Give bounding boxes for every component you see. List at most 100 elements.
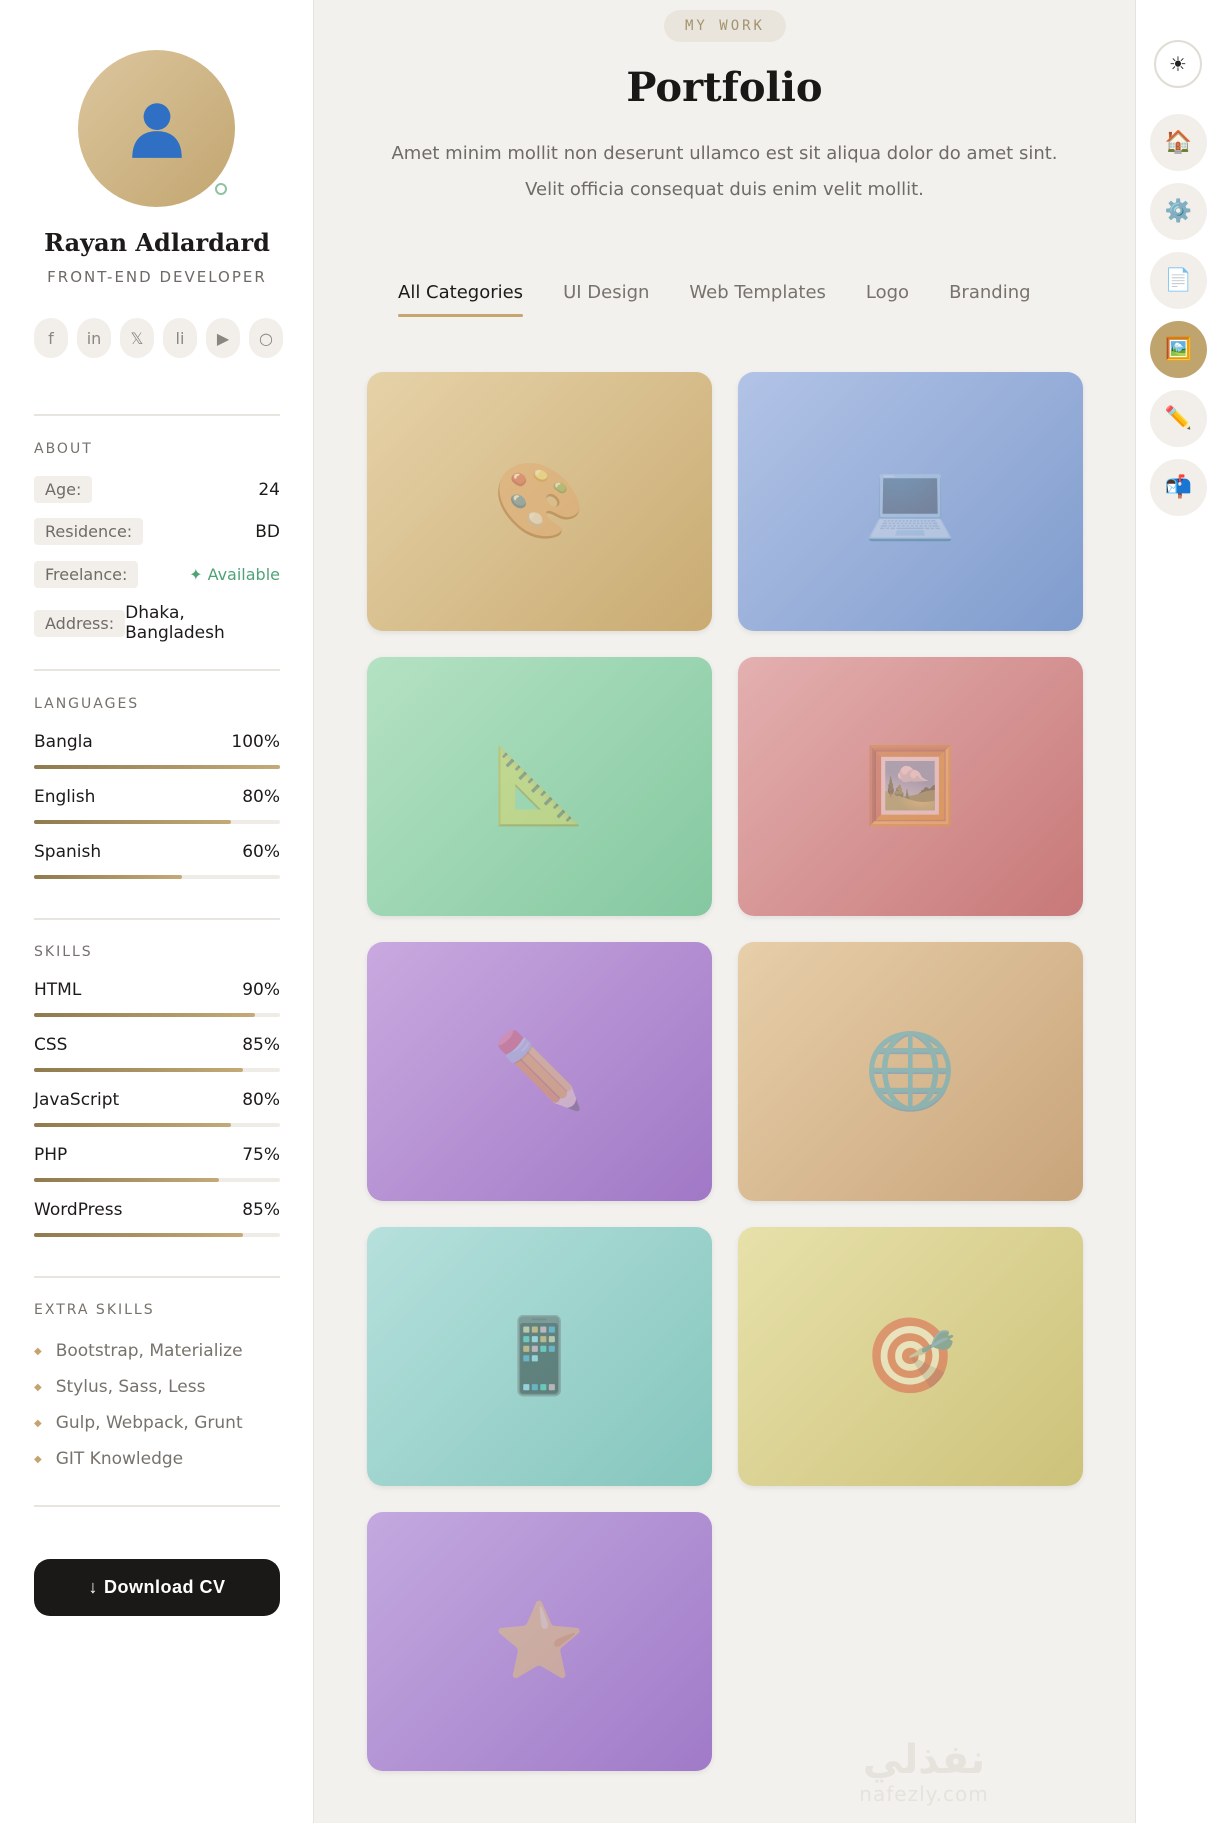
list-item: ◆ Bootstrap, Materialize	[34, 1333, 280, 1369]
tab-logo[interactable]: Logo	[866, 282, 909, 317]
skills-item: HTML 90%	[34, 980, 280, 1017]
bar-percent: 100%	[231, 732, 280, 752]
progress-fill	[34, 820, 231, 824]
rail-nav-gear[interactable]: ⚙️	[1150, 183, 1207, 240]
about-label: Age:	[34, 476, 93, 503]
about-label: Residence:	[34, 518, 144, 545]
progress-fill	[34, 1123, 231, 1127]
picture-icon: 🖼️	[1164, 337, 1193, 362]
progress-fill	[34, 1013, 256, 1017]
theme-toggle-button[interactable]: ☀	[1154, 40, 1202, 88]
x-link[interactable]: 𝕏	[120, 318, 154, 358]
facebook-link[interactable]: f	[34, 318, 68, 358]
languages-item: Bangla 100%	[34, 732, 280, 769]
profile-role: FRONT-END DEVELOPER	[47, 268, 267, 286]
bullet-icon: ◆	[34, 1417, 42, 1429]
bar-label: JavaScript	[34, 1090, 120, 1110]
social-links: f in 𝕏li ▶ ○	[34, 318, 283, 358]
extra-skills-title: EXTRA SKILLS	[34, 1302, 155, 1318]
portfolio-card[interactable]: 🌐	[738, 942, 1083, 1201]
progress-fill	[34, 1233, 244, 1237]
list-item: ◆ Gulp, Webpack, Grunt	[34, 1405, 280, 1441]
bar-percent: 85%	[242, 1200, 280, 1220]
languages-item: Spanish 60%	[34, 842, 280, 879]
skills-item: WordPress 85%	[34, 1200, 280, 1237]
tab-all-categories[interactable]: All Categories	[398, 282, 524, 317]
skills-item: JavaScript 80%	[34, 1090, 280, 1127]
rail-nav-pencil[interactable]: ✏️	[1150, 390, 1207, 447]
skills-title: SKILLS	[34, 944, 93, 960]
lead-line: Amet minim mollit non deserunt ullamco e…	[391, 143, 1058, 164]
section-eyebrow: MY WORK	[664, 10, 786, 42]
bar-head: English 80%	[34, 787, 280, 807]
skills-item: CSS 85%	[34, 1035, 280, 1072]
circle-link[interactable]: ○	[249, 318, 283, 358]
bar-label: CSS	[34, 1035, 68, 1055]
gear-icon: ⚙️	[1164, 199, 1193, 224]
portfolio-card[interactable]: 📱	[367, 1227, 712, 1486]
target-icon: 🎯	[864, 1313, 957, 1399]
bar-label: WordPress	[34, 1200, 123, 1220]
portfolio-card[interactable]: 🖼️	[738, 657, 1083, 916]
palette-icon: 🎨	[493, 458, 586, 544]
portfolio-grid: 🎨 💻 📐 🖼️ ✏️ 🌐 📱 🎯 ⭐	[367, 372, 1083, 1771]
right-nav-rail: ☀ 🏠 ⚙️ 📄 🖼️ ✏️ 📬	[1135, 0, 1220, 1823]
download-cv-button[interactable]: ↓ Download CV	[34, 1559, 280, 1616]
bar-percent: 80%	[242, 1090, 280, 1110]
portfolio-card[interactable]: 🎨	[367, 372, 712, 631]
section-lead: Amet minim mollit non deserunt ullamco e…	[374, 136, 1075, 208]
sun-icon: ☀	[1169, 52, 1187, 76]
languages-title: LANGUAGES	[34, 696, 140, 712]
page-title: Portfolio	[626, 64, 823, 111]
progress-fill	[34, 1178, 219, 1182]
tab-web-templates[interactable]: Web Templates	[689, 282, 825, 317]
linkedin-link[interactable]: in	[77, 318, 111, 358]
bar-head: CSS 85%	[34, 1035, 280, 1055]
laptop-icon: 💻	[864, 458, 957, 544]
category-tabs: All Categories UI Design Web Templates Logo…	[398, 282, 1031, 317]
bar-head: PHP 75%	[34, 1145, 280, 1165]
progress-fill	[34, 1068, 244, 1072]
bar-percent: 85%	[242, 1035, 280, 1055]
online-status-dot	[215, 183, 227, 195]
watermark-domain: nafezly.com	[859, 1782, 989, 1806]
rail-nav-mailbox[interactable]: 📬	[1150, 459, 1207, 516]
framed-picture-icon: 🖼️	[864, 743, 957, 829]
tab-branding[interactable]: Branding	[949, 282, 1030, 317]
divider	[34, 1505, 280, 1507]
tab-ui-design[interactable]: UI Design	[563, 282, 649, 317]
list-item: ◆ GIT Knowledge	[34, 1441, 280, 1477]
mobile-phone-icon: 📱	[493, 1313, 586, 1399]
divider	[34, 669, 280, 671]
portfolio-card[interactable]: 📐	[367, 657, 712, 916]
list-item-text: Bootstrap, Materialize	[55, 1341, 243, 1361]
bar-percent: 80%	[242, 787, 280, 807]
rail-nav-document[interactable]: 📄	[1150, 252, 1207, 309]
bar-label: Bangla	[34, 732, 93, 752]
list-item-text: Stylus, Sass, Less	[55, 1377, 206, 1397]
linkedin-icon: in	[86, 328, 102, 348]
rail-nav-picture[interactable]: 🖼️	[1150, 321, 1207, 378]
list-item: ◆ Stylus, Sass, Less	[34, 1369, 280, 1405]
document-icon: 📄	[1164, 268, 1193, 293]
portfolio-card[interactable]: ⭐	[367, 1512, 712, 1771]
progress-track	[34, 1178, 280, 1182]
triangle-ruler-icon: 📐	[493, 743, 586, 829]
bar-percent: 60%	[242, 842, 280, 862]
avatar	[78, 50, 235, 207]
facebook-icon: f	[48, 328, 54, 348]
rail-nav-home[interactable]: 🏠	[1150, 114, 1207, 171]
divider	[34, 414, 280, 416]
youtube-icon: ▶	[216, 328, 230, 348]
watermark: نفذلي nafezly.com	[844, 1738, 1004, 1806]
user-silhouette-icon	[131, 102, 182, 158]
home-icon: 🏠	[1164, 130, 1193, 155]
portfolio-card[interactable]: 💻	[738, 372, 1083, 631]
portfolio-card[interactable]: 🎯	[738, 1227, 1083, 1486]
li-link[interactable]: li	[163, 318, 197, 358]
pencil-icon: ✏️	[493, 1028, 586, 1114]
profile-name: Rayan Adlardard	[44, 228, 270, 257]
portfolio-card[interactable]: ✏️	[367, 942, 712, 1201]
profile-sidebar: Rayan Adlardard FRONT-END DEVELOPER f in 𝕏…	[0, 0, 314, 1823]
youtube-link[interactable]: ▶	[206, 318, 240, 358]
